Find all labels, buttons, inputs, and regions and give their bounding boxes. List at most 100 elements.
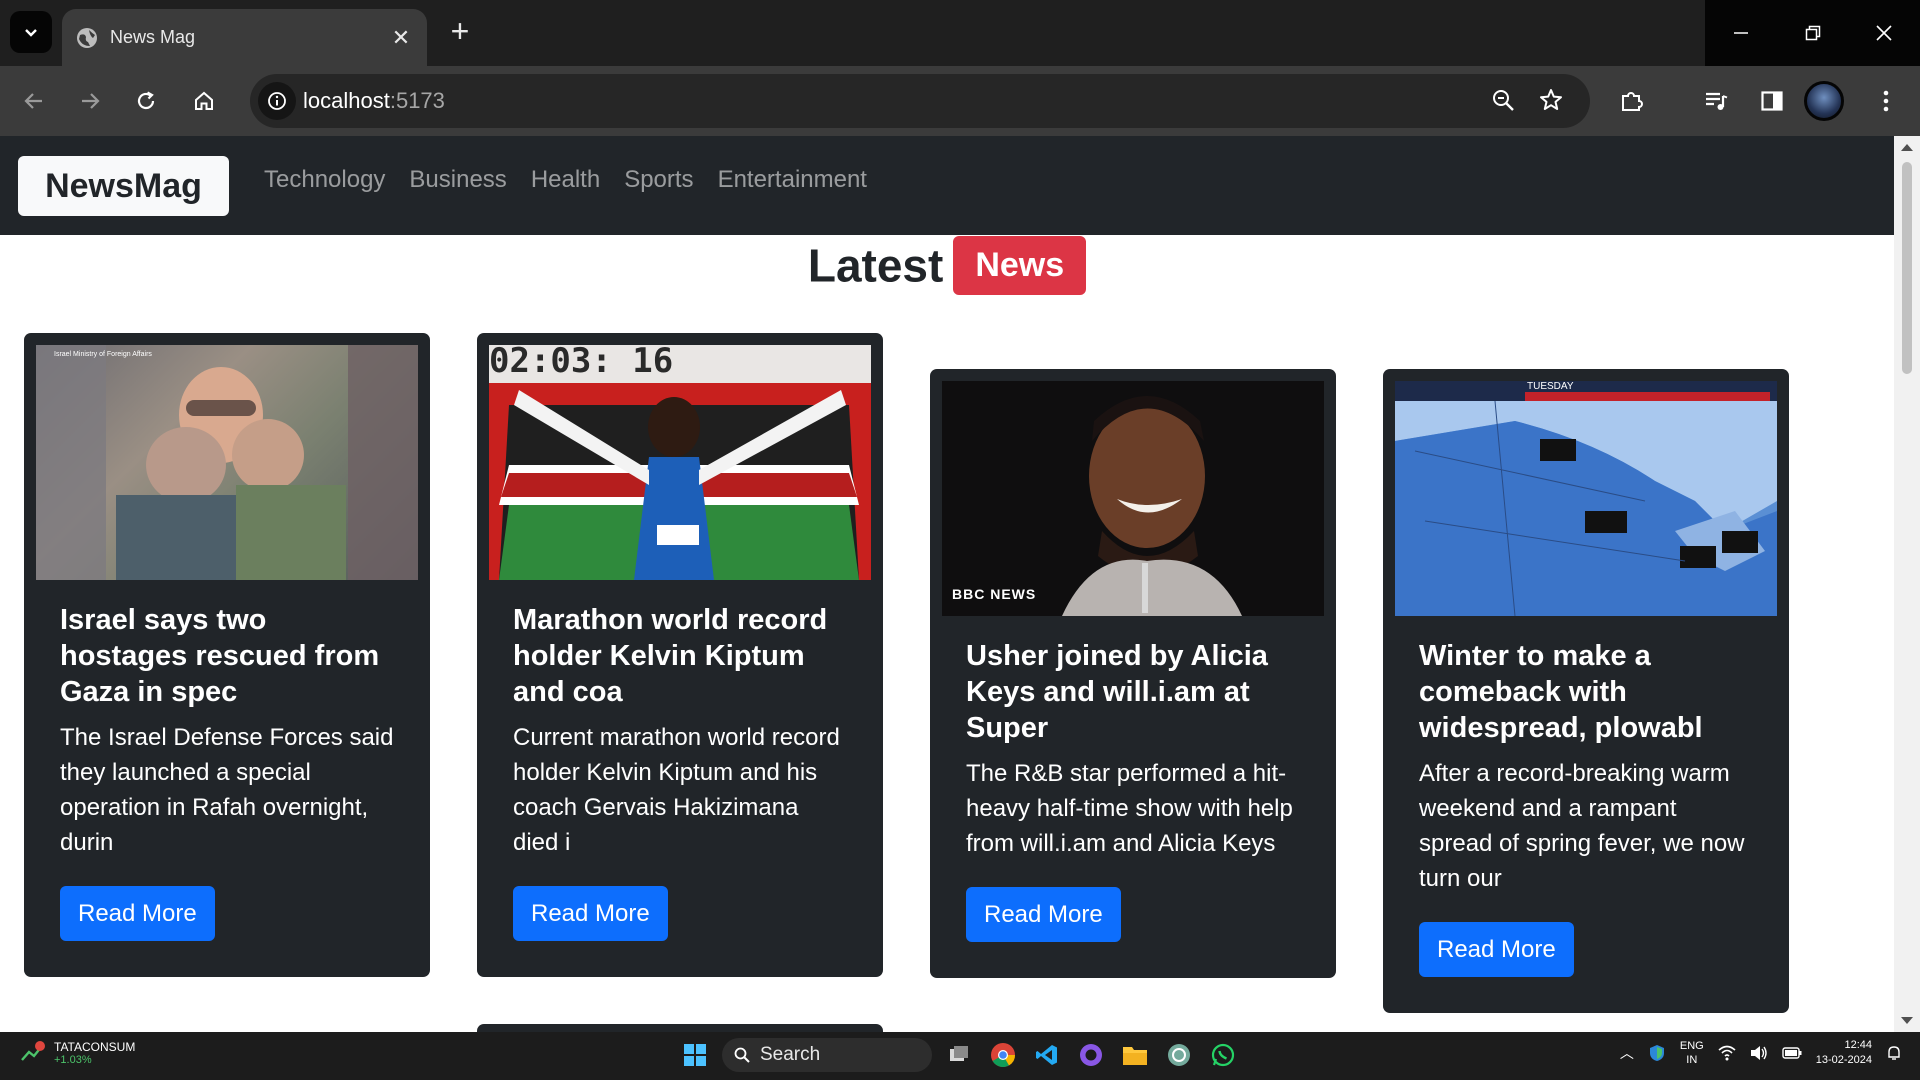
wifi-icon[interactable] <box>1718 1045 1736 1061</box>
bookmark-star-icon[interactable] <box>1538 87 1564 118</box>
notification-bell-icon[interactable] <box>1886 1045 1902 1061</box>
lang-line2: IN <box>1686 1054 1698 1066</box>
vscode-app[interactable] <box>1030 1038 1064 1072</box>
news-image: 02:03: 16 <box>489 345 871 580</box>
globe-icon <box>77 27 97 48</box>
tab-search-button[interactable] <box>10 11 52 53</box>
news-title: Israel says two hostages rescued from Ga… <box>60 604 380 708</box>
windows-taskbar: TATACONSUM +1.03% Search ︿ ENG IN 12:44 … <box>0 1032 1920 1080</box>
news-description: After a record-breaking warm weekend and… <box>1419 760 1745 892</box>
profile-avatar[interactable] <box>1804 81 1844 121</box>
news-title: Winter to make a comeback with widesprea… <box>1419 640 1703 744</box>
minimize-button[interactable] <box>1705 0 1777 66</box>
nav-link-health[interactable]: Health <box>531 166 600 194</box>
playlist-icon <box>1706 92 1728 110</box>
news-description: Current marathon world record holder Kel… <box>513 724 840 856</box>
address-bar[interactable]: localhost:5173 <box>250 74 1590 128</box>
vscode-icon <box>1036 1045 1057 1065</box>
read-more-button[interactable]: Read More <box>513 886 668 941</box>
taskbar-search[interactable]: Search <box>722 1038 932 1072</box>
home-icon <box>195 91 213 110</box>
news-card: TUESDAY Winter to make a comeback with w… <box>1383 369 1789 1013</box>
nav-link-sports[interactable]: Sports <box>624 166 693 194</box>
close-tab-icon[interactable]: ✕ <box>389 25 413 51</box>
arrow-right-icon <box>82 93 100 109</box>
site-info-icon[interactable] <box>258 82 296 120</box>
nav-link-technology[interactable]: Technology <box>264 166 385 194</box>
read-more-button[interactable]: Read More <box>60 886 215 941</box>
chrome-app[interactable] <box>986 1038 1020 1072</box>
reload-button[interactable] <box>128 83 164 119</box>
stock-widget[interactable]: TATACONSUM +1.03% <box>20 1040 135 1066</box>
url-port: :5173 <box>389 88 445 113</box>
news-title: Usher joined by Alicia Keys and will.i.a… <box>966 640 1268 744</box>
nav-link-business[interactable]: Business <box>409 166 506 194</box>
window-controls <box>1705 0 1920 66</box>
site-navbar: NewsMag Technology Business Health Sport… <box>0 136 1894 235</box>
restore-icon <box>1805 25 1820 41</box>
zoom-icon[interactable] <box>1490 87 1516 118</box>
image-caption: BBC NEWS <box>952 586 1037 602</box>
page-viewport: NewsMag Technology Business Health Sport… <box>0 136 1894 1032</box>
clock-date: 13-02-2024 <box>1815 1054 1872 1066</box>
reload-icon <box>137 91 155 110</box>
image-caption: 02:03: 16 <box>489 345 674 381</box>
start-button[interactable] <box>678 1038 712 1072</box>
url-host: localhost <box>303 88 390 113</box>
scroll-down-arrow-icon[interactable] <box>1901 1017 1913 1024</box>
brand-logo[interactable]: NewsMag <box>18 156 229 216</box>
side-panel-button[interactable] <box>1754 83 1790 119</box>
clock[interactable]: 12:44 13-02-2024 <box>1816 1038 1872 1068</box>
image-caption: Israel Ministry of Foreign Affairs <box>54 351 152 358</box>
stock-chart-icon <box>21 1041 45 1061</box>
tab-title: News Mag <box>110 27 196 47</box>
news-description: The Israel Defense Forces said they laun… <box>60 724 394 856</box>
scroll-up-arrow-icon[interactable] <box>1901 144 1913 151</box>
restore-button[interactable] <box>1777 0 1849 66</box>
stock-change: +1.03% <box>54 1054 92 1066</box>
side-panel-icon <box>1761 91 1783 111</box>
news-image: BBC NEWS <box>942 381 1324 616</box>
chevron-up-icon[interactable]: ︿ <box>1620 1043 1634 1063</box>
page-scrollbar[interactable] <box>1894 136 1920 1032</box>
new-tab-button[interactable]: + <box>442 14 478 50</box>
news-card: 02:03: 16 Marathon world record holder K… <box>477 333 883 977</box>
task-view-icon <box>950 1046 968 1061</box>
chatgpt-app[interactable] <box>1162 1038 1196 1072</box>
browser-tab[interactable]: News Mag ✕ <box>62 9 427 66</box>
close-window-button[interactable] <box>1848 0 1920 66</box>
nav-link-entertainment[interactable]: Entertainment <box>718 166 867 194</box>
github-desktop-app[interactable] <box>1074 1038 1108 1072</box>
forward-button[interactable] <box>72 83 108 119</box>
windows-logo-icon <box>684 1044 706 1066</box>
media-controls-button[interactable] <box>1698 83 1734 119</box>
home-button[interactable] <box>186 83 222 119</box>
extensions-button[interactable] <box>1614 83 1650 119</box>
minimize-icon <box>1733 32 1748 34</box>
whatsapp-app[interactable] <box>1206 1038 1240 1072</box>
news-card: BBC NEWS Usher joined by Alicia Keys and… <box>930 369 1336 978</box>
battery-icon[interactable] <box>1782 1047 1802 1059</box>
volume-icon[interactable] <box>1750 1045 1768 1061</box>
stock-name: TATACONSUM <box>54 1040 136 1054</box>
heading-latest: Latest <box>807 239 944 292</box>
chevron-down-icon <box>25 29 37 37</box>
lang-line1: ENG <box>1679 1040 1704 1052</box>
read-more-button[interactable]: Read More <box>1419 922 1574 977</box>
chatgpt-icon <box>1168 1044 1190 1066</box>
task-view-button[interactable] <box>942 1038 976 1072</box>
scrollbar-thumb[interactable] <box>1902 162 1912 374</box>
language-indicator[interactable]: ENG IN <box>1680 1039 1704 1067</box>
security-shield-icon[interactable] <box>1648 1044 1666 1062</box>
file-explorer-app[interactable] <box>1118 1038 1152 1072</box>
close-icon <box>1876 25 1892 41</box>
read-more-button[interactable]: Read More <box>966 887 1121 942</box>
github-icon <box>1080 1044 1102 1066</box>
back-button[interactable] <box>16 83 52 119</box>
taskbar-search-label: Search <box>760 1044 821 1065</box>
browser-toolbar: localhost:5173 <box>0 66 1920 136</box>
more-vertical-icon <box>1883 90 1889 112</box>
browser-menu-button[interactable] <box>1868 83 1904 119</box>
news-title: Marathon world record holder Kelvin Kipt… <box>513 604 828 708</box>
clock-time: 12:44 <box>1844 1039 1872 1051</box>
